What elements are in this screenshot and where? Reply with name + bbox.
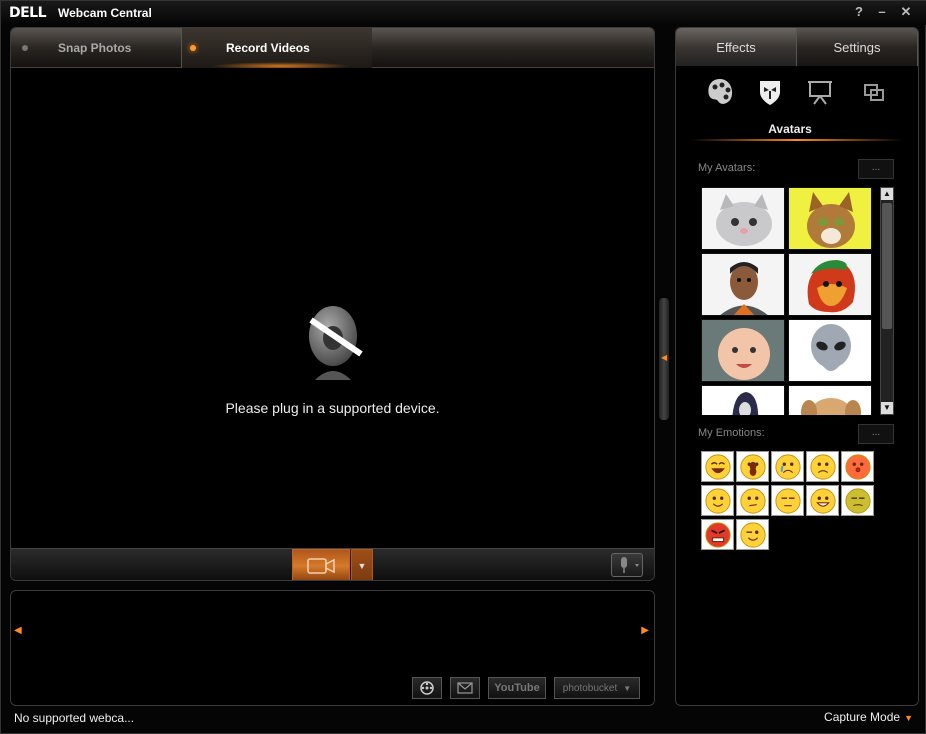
presentation-icon[interactable] (804, 76, 836, 108)
emotion-grid (701, 451, 877, 553)
avatar-puppy[interactable] (788, 385, 872, 415)
email-button[interactable] (450, 677, 480, 699)
wink-face-icon (739, 521, 766, 548)
section-underline (690, 139, 904, 141)
surprised-face-icon (739, 453, 766, 480)
avatar-hooded-figure[interactable] (701, 385, 785, 415)
mode-tabs: Snap Photos Record Videos (11, 28, 654, 70)
emotion-crying[interactable] (771, 451, 804, 482)
capture-mode-label: Capture Mode (824, 710, 901, 724)
microphone-icon (621, 557, 639, 573)
gallery-prev-arrow[interactable]: ◀ (14, 625, 22, 636)
photobucket-label: photobucket (562, 682, 618, 694)
my-avatars-label: My Avatars: (698, 162, 756, 174)
worried-face-icon (809, 453, 836, 480)
main-panel: Snap Photos Record Videos Please plug in… (10, 27, 655, 581)
avatar-baby[interactable] (701, 319, 785, 382)
capture-control-bar: ▼ (11, 548, 654, 580)
tab-label: Snap Photos (58, 41, 132, 55)
no-device-message: Please plug in a supported device. (225, 400, 440, 416)
emotion-angry[interactable] (701, 519, 734, 550)
tab-snap-photos[interactable]: Snap Photos (11, 28, 182, 68)
emotion-smile[interactable] (701, 485, 734, 516)
emotion-worried[interactable] (806, 451, 839, 482)
tab-effects[interactable]: Effects (676, 28, 797, 66)
crying-face-icon (774, 453, 801, 480)
record-button[interactable] (292, 549, 350, 580)
avatar-kitten-white[interactable] (701, 187, 785, 250)
media-manager-button[interactable] (412, 677, 442, 699)
palette-icon[interactable] (704, 76, 736, 108)
gallery-next-arrow[interactable]: ▶ (641, 625, 649, 636)
emotion-thinking[interactable] (736, 485, 769, 516)
media-gallery: ◀ ▶ YouTube photobucket ▼ (10, 590, 655, 706)
app-window: DELL Webcam Central ? – ✕ Snap Photos Re… (0, 0, 926, 734)
sleepy-face-icon (774, 487, 801, 514)
scroll-down-icon[interactable]: ▼ (881, 402, 893, 414)
my-emotions-label: My Emotions: (698, 427, 765, 439)
avatar-cat-tabby[interactable] (788, 187, 872, 250)
overlay-icon[interactable] (858, 76, 890, 108)
no-webcam-icon (309, 306, 363, 380)
photobucket-upload-button[interactable]: photobucket ▼ (554, 677, 640, 699)
emotion-grin[interactable] (806, 485, 839, 516)
camera-viewport: Please plug in a supported device. (11, 68, 654, 548)
angry-face-icon (704, 521, 731, 548)
chevron-down-icon: ▼ (623, 683, 632, 693)
avatar-alien[interactable] (788, 319, 872, 382)
youtube-upload-button[interactable]: YouTube (488, 677, 546, 699)
scroll-up-icon[interactable]: ▲ (881, 188, 893, 200)
collapse-arrow-icon: ◀ (661, 353, 668, 362)
title-bar: DELL Webcam Central ? – ✕ (1, 1, 926, 25)
help-button[interactable]: ? (851, 4, 867, 19)
emotion-laughing[interactable] (701, 451, 734, 482)
emotions-more-button[interactable]: ... (858, 424, 894, 444)
sick-face-icon (844, 487, 871, 514)
app-title: Webcam Central (58, 6, 152, 20)
status-text: No supported webca... (14, 711, 135, 725)
microphone-button[interactable] (611, 553, 643, 577)
tab-indicator (22, 45, 28, 51)
video-camera-icon (307, 558, 335, 574)
dell-logo: DELL (9, 5, 47, 21)
avatar-grid (701, 187, 875, 415)
avatars-scrollbar[interactable]: ▲ ▼ (880, 187, 894, 415)
kiss-face-icon (844, 453, 871, 480)
emotion-wink[interactable] (736, 519, 769, 550)
effect-categories (676, 72, 918, 112)
share-toolbar: YouTube photobucket ▼ (412, 677, 640, 701)
smile-face-icon (704, 487, 731, 514)
avatar-fire-face[interactable] (788, 253, 872, 316)
close-button[interactable]: ✕ (898, 4, 914, 20)
laughing-face-icon (704, 453, 731, 480)
emotion-surprised[interactable] (736, 451, 769, 482)
film-reel-icon (420, 681, 434, 695)
avatars-more-button[interactable]: ... (858, 159, 894, 179)
tab-label: Record Videos (226, 41, 310, 55)
emotion-sleepy[interactable] (771, 485, 804, 516)
effects-panel: Effects Settings Avatars My Avatars: ...… (675, 27, 919, 706)
tab-settings[interactable]: Settings (797, 28, 918, 66)
avatar-mask-icon[interactable] (754, 76, 786, 108)
envelope-icon (457, 682, 473, 694)
avatar-man-cartoon[interactable] (701, 253, 785, 316)
thinking-face-icon (739, 487, 766, 514)
grin-face-icon (809, 487, 836, 514)
emotion-sick[interactable] (841, 485, 874, 516)
panel-tabs: Effects Settings (676, 28, 918, 66)
panel-collapse-handle[interactable]: ◀ (659, 298, 669, 420)
scroll-thumb[interactable] (882, 203, 892, 329)
emotion-kiss[interactable] (841, 451, 874, 482)
record-options-dropdown[interactable]: ▼ (351, 549, 373, 580)
capture-mode-selector[interactable]: Capture Mode ▼ (824, 710, 913, 724)
chevron-down-icon: ▼ (904, 713, 913, 723)
tab-indicator-active (190, 45, 196, 51)
minimize-button[interactable]: – (874, 4, 890, 19)
section-title: Avatars (768, 122, 812, 136)
